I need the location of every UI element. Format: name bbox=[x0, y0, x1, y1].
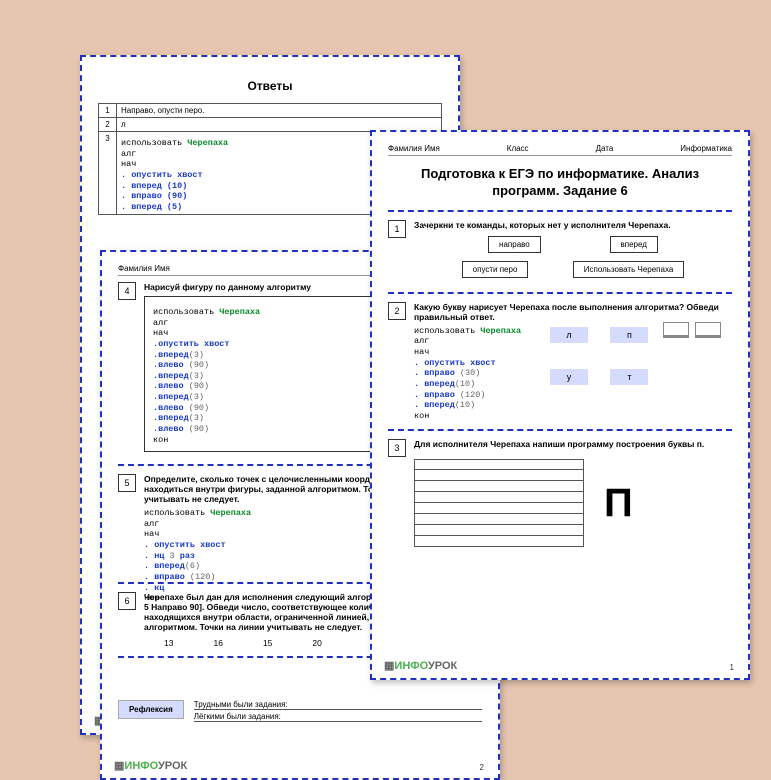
answer-options: л п у т bbox=[540, 322, 723, 422]
task-number: 2 bbox=[388, 302, 406, 320]
laptop-icon bbox=[663, 322, 689, 338]
letter-sample: П bbox=[604, 481, 633, 526]
option-button[interactable]: направо bbox=[488, 236, 541, 253]
task-number: 3 bbox=[388, 439, 406, 457]
task-number: 1 bbox=[388, 220, 406, 238]
option[interactable]: т bbox=[610, 369, 648, 385]
task-number: 4 bbox=[118, 282, 136, 300]
task-text: Зачеркни те команды, которых нет у испол… bbox=[414, 220, 732, 230]
laptop-icon bbox=[695, 322, 721, 338]
option-button[interactable]: опусти перо bbox=[462, 261, 529, 278]
option-button[interactable]: вперед bbox=[610, 236, 658, 253]
task-1: 1 Зачеркни те команды, которых нет у исп… bbox=[388, 220, 732, 284]
logo: ▦ИНФОУРОК bbox=[384, 659, 457, 672]
reflection-title: Рефлексия bbox=[118, 700, 184, 719]
task-text: Для исполнителя Черепаха напиши программ… bbox=[414, 439, 732, 449]
header-row: Фамилия Имя Класс Дата Информатика bbox=[388, 144, 732, 156]
task-number: 5 bbox=[118, 474, 136, 492]
option[interactable]: л bbox=[550, 327, 588, 343]
answers-title: Ответы bbox=[98, 79, 442, 93]
task-number: 6 bbox=[118, 592, 136, 610]
option[interactable]: п bbox=[610, 327, 648, 343]
task-2: 2 Какую букву нарисует Черепаха после вы… bbox=[388, 302, 732, 422]
table-row: 1Направо, опусти перо. bbox=[99, 104, 442, 118]
option-button[interactable]: Использовать Черепаха bbox=[573, 261, 685, 278]
task-3: 3 Для исполнителя Черепаха напиши програ… bbox=[388, 439, 732, 551]
page-number: 1 bbox=[730, 663, 734, 672]
task-text: Какую букву нарисует Черепаха после выпо… bbox=[414, 302, 732, 322]
reflection-block: Рефлексия Трудными были задания: Лёгкими… bbox=[118, 698, 482, 722]
code-block: использовать Черепаха алг нач . опустить… bbox=[414, 326, 524, 422]
worksheet-page-1: Фамилия Имя Класс Дата Информатика Подго… bbox=[370, 130, 750, 680]
option[interactable]: у bbox=[550, 369, 588, 385]
worksheet-title: Подготовка к ЕГЭ по информатике. Анализ … bbox=[388, 166, 732, 200]
answer-lines[interactable] bbox=[414, 459, 584, 547]
logo: ▦ИНФОУРОК bbox=[114, 759, 187, 772]
